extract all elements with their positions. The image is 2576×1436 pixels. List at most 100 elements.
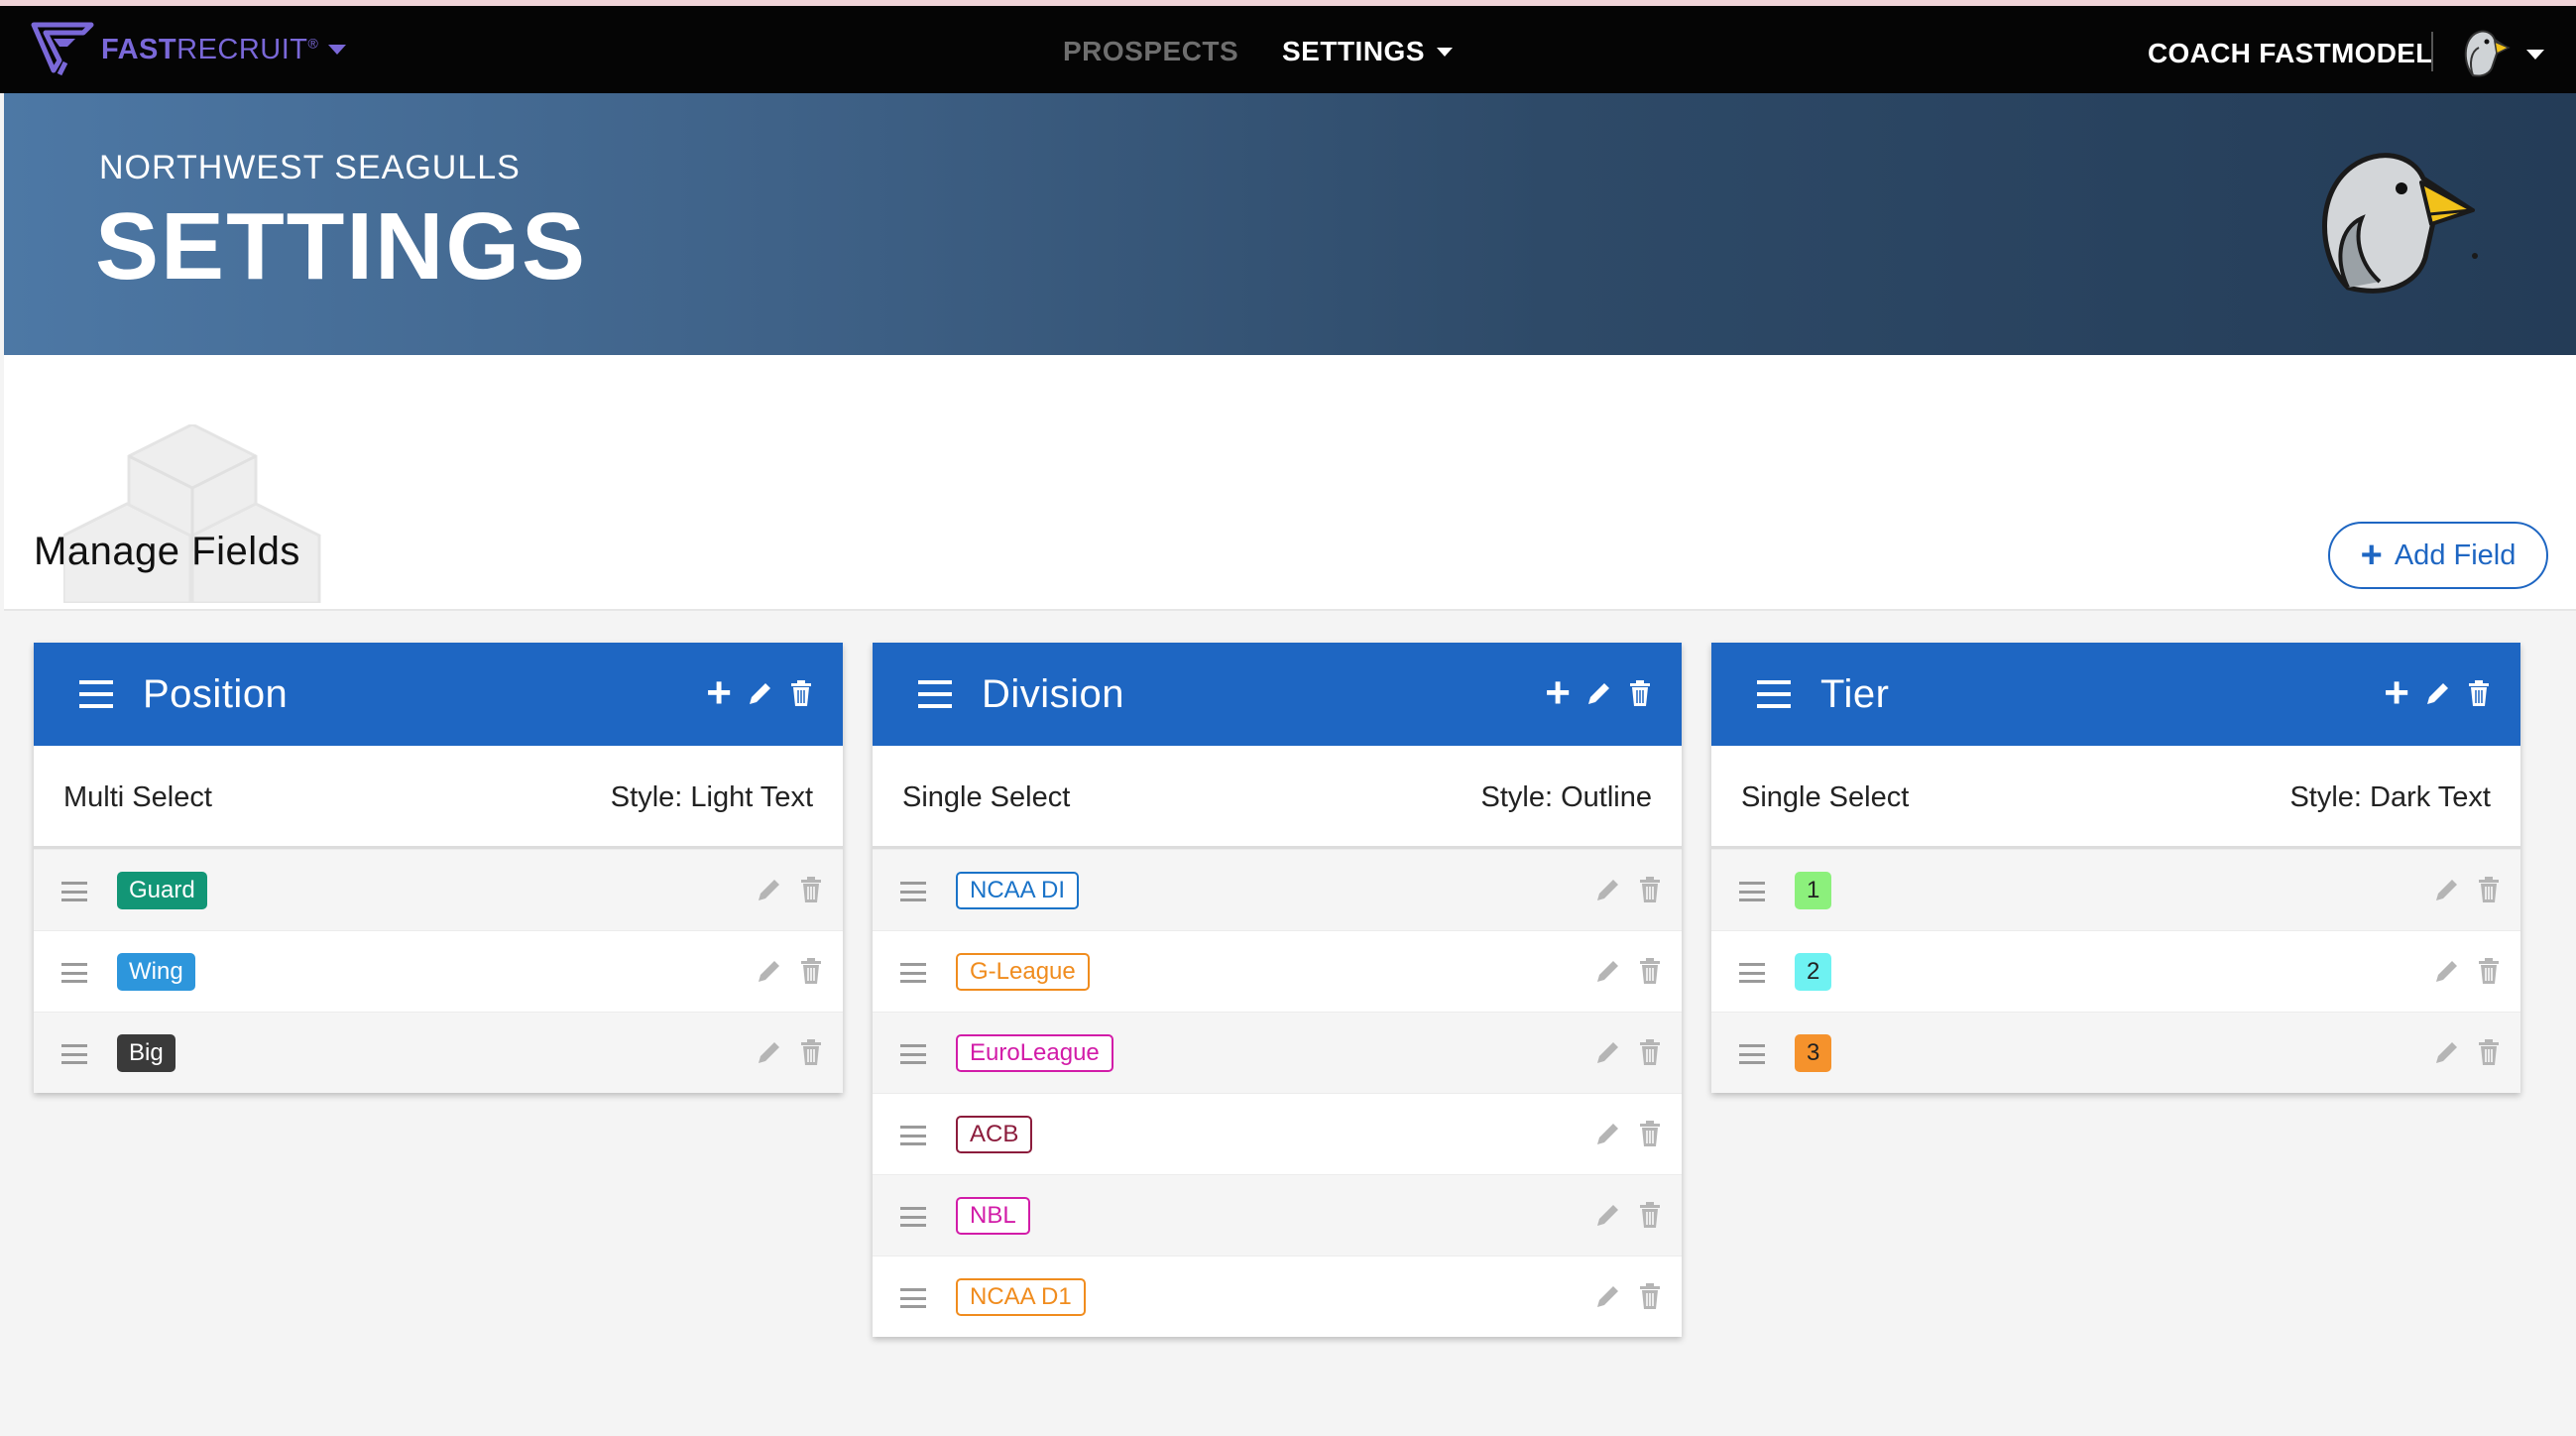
trash-icon[interactable]	[1636, 957, 1664, 985]
edit-pencil-icon[interactable]	[746, 678, 773, 708]
value-badge: NBL	[956, 1197, 1030, 1235]
list-item: G-League	[873, 930, 1682, 1012]
trash-icon[interactable]	[1636, 876, 1664, 903]
value-list: NCAA DI G-League EuroLeague ACB NBL NCAA…	[873, 849, 1682, 1337]
brand-menu[interactable]: FASTRECRUIT®	[30, 20, 347, 79]
value-badge: G-League	[956, 953, 1090, 991]
row-actions	[756, 1038, 825, 1066]
user-name[interactable]: COACH FASTMODEL	[2148, 38, 2433, 69]
main-content: Manage Fields + Add Field Position + Mul…	[4, 355, 2576, 1436]
field-card-tier: Tier + Single Select Style: Dark Text 1	[1711, 643, 2520, 1093]
section-title: Manage Fields	[34, 530, 300, 573]
add-value-icon[interactable]: +	[2384, 671, 2409, 715]
chevron-down-icon	[328, 45, 347, 55]
list-item: Big	[34, 1012, 843, 1093]
edit-pencil-icon[interactable]	[1594, 1201, 1622, 1229]
drag-handle-icon[interactable]	[900, 963, 926, 983]
list-item: Guard	[34, 849, 843, 930]
row-actions	[1594, 1201, 1664, 1229]
value-badge: 2	[1795, 953, 1832, 991]
value-badge: 3	[1795, 1034, 1832, 1072]
edit-pencil-icon[interactable]	[1594, 1120, 1622, 1147]
trash-icon[interactable]	[1636, 1038, 1664, 1066]
drag-handle-icon[interactable]	[900, 1044, 926, 1064]
edit-pencil-icon[interactable]	[756, 1038, 783, 1066]
edit-pencil-icon[interactable]	[756, 876, 783, 903]
drag-handle-icon[interactable]	[900, 882, 926, 901]
value-badge: 1	[1795, 872, 1832, 909]
row-actions	[1594, 1038, 1664, 1066]
edit-pencil-icon[interactable]	[2433, 1038, 2461, 1066]
field-type: Single Select	[1741, 781, 1910, 813]
trash-icon[interactable]	[2475, 876, 2503, 903]
edit-pencil-icon[interactable]	[2433, 957, 2461, 985]
card-title: Tier	[1820, 672, 1890, 716]
drag-handle-icon[interactable]	[61, 882, 87, 901]
nav-settings[interactable]: SETTINGS	[1282, 36, 1454, 67]
drag-handle-icon[interactable]	[61, 1044, 87, 1064]
avatar[interactable]	[2453, 24, 2511, 81]
drag-handle-icon[interactable]	[1739, 1044, 1765, 1064]
trash-icon[interactable]	[1636, 1201, 1664, 1229]
card-meta: Single Select Style: Dark Text	[1711, 746, 2520, 849]
trash-icon[interactable]	[797, 876, 825, 903]
drag-handle-icon[interactable]	[900, 1288, 926, 1308]
edit-pencil-icon[interactable]	[1594, 957, 1622, 985]
drag-handle-icon[interactable]	[1739, 963, 1765, 983]
card-actions: +	[2384, 671, 2493, 715]
edit-pencil-icon[interactable]	[1594, 1282, 1622, 1310]
edit-pencil-icon[interactable]	[1594, 876, 1622, 903]
trash-icon[interactable]	[1636, 1282, 1664, 1310]
list-item: NBL	[873, 1174, 1682, 1256]
card-title: Position	[143, 672, 289, 716]
field-style: Style: Light Text	[610, 781, 813, 813]
nav-divider	[2431, 32, 2433, 71]
add-value-icon[interactable]: +	[1545, 671, 1571, 715]
nav-prospects[interactable]: PROSPECTS	[1063, 36, 1238, 67]
value-badge: Big	[117, 1034, 176, 1072]
row-actions	[1594, 1282, 1664, 1310]
cubes-watermark-icon	[63, 424, 321, 603]
value-badge: NCAA D1	[956, 1278, 1086, 1316]
value-list: Guard Wing Big	[34, 849, 843, 1093]
value-badge: NCAA DI	[956, 872, 1080, 909]
row-actions	[1594, 876, 1664, 903]
page-header-banner: NORTHWEST SEAGULLS SETTINGS	[4, 93, 2576, 355]
edit-pencil-icon[interactable]	[2423, 678, 2451, 708]
drag-handle-icon[interactable]	[1739, 882, 1765, 901]
trash-icon[interactable]	[1636, 1120, 1664, 1147]
card-title: Division	[982, 672, 1125, 716]
trash-icon[interactable]	[797, 1038, 825, 1066]
trash-icon[interactable]	[2475, 957, 2503, 985]
row-actions	[756, 957, 825, 985]
manage-fields-bar: Manage Fields + Add Field	[4, 355, 2576, 611]
trash-icon[interactable]	[797, 957, 825, 985]
trash-icon[interactable]	[1626, 678, 1654, 708]
drag-menu-icon[interactable]	[79, 680, 113, 708]
edit-pencil-icon[interactable]	[1594, 1038, 1622, 1066]
add-value-icon[interactable]: +	[706, 671, 732, 715]
chevron-down-icon[interactable]	[2526, 50, 2544, 60]
drag-handle-icon[interactable]	[61, 963, 87, 983]
trash-icon[interactable]	[2465, 678, 2493, 708]
edit-pencil-icon[interactable]	[1584, 678, 1612, 708]
drag-handle-icon[interactable]	[900, 1126, 926, 1145]
field-type: Multi Select	[63, 781, 212, 813]
value-badge: ACB	[956, 1116, 1033, 1153]
field-card-position: Position + Multi Select Style: Light Tex…	[34, 643, 843, 1093]
trash-icon[interactable]	[787, 678, 815, 708]
trash-icon[interactable]	[2475, 1038, 2503, 1066]
brand-name: FASTRECRUIT®	[101, 33, 319, 65]
fastrecruit-logo-icon	[31, 22, 94, 76]
nav-settings-label: SETTINGS	[1282, 36, 1426, 66]
value-badge: Guard	[117, 872, 207, 909]
drag-handle-icon[interactable]	[900, 1207, 926, 1227]
add-field-button[interactable]: + Add Field	[2328, 522, 2548, 589]
edit-pencil-icon[interactable]	[756, 957, 783, 985]
team-name: NORTHWEST SEAGULLS	[99, 149, 521, 186]
edit-pencil-icon[interactable]	[2433, 876, 2461, 903]
card-header: Tier +	[1711, 643, 2520, 746]
drag-menu-icon[interactable]	[918, 680, 952, 708]
row-actions	[1594, 1120, 1664, 1147]
drag-menu-icon[interactable]	[1757, 680, 1791, 708]
